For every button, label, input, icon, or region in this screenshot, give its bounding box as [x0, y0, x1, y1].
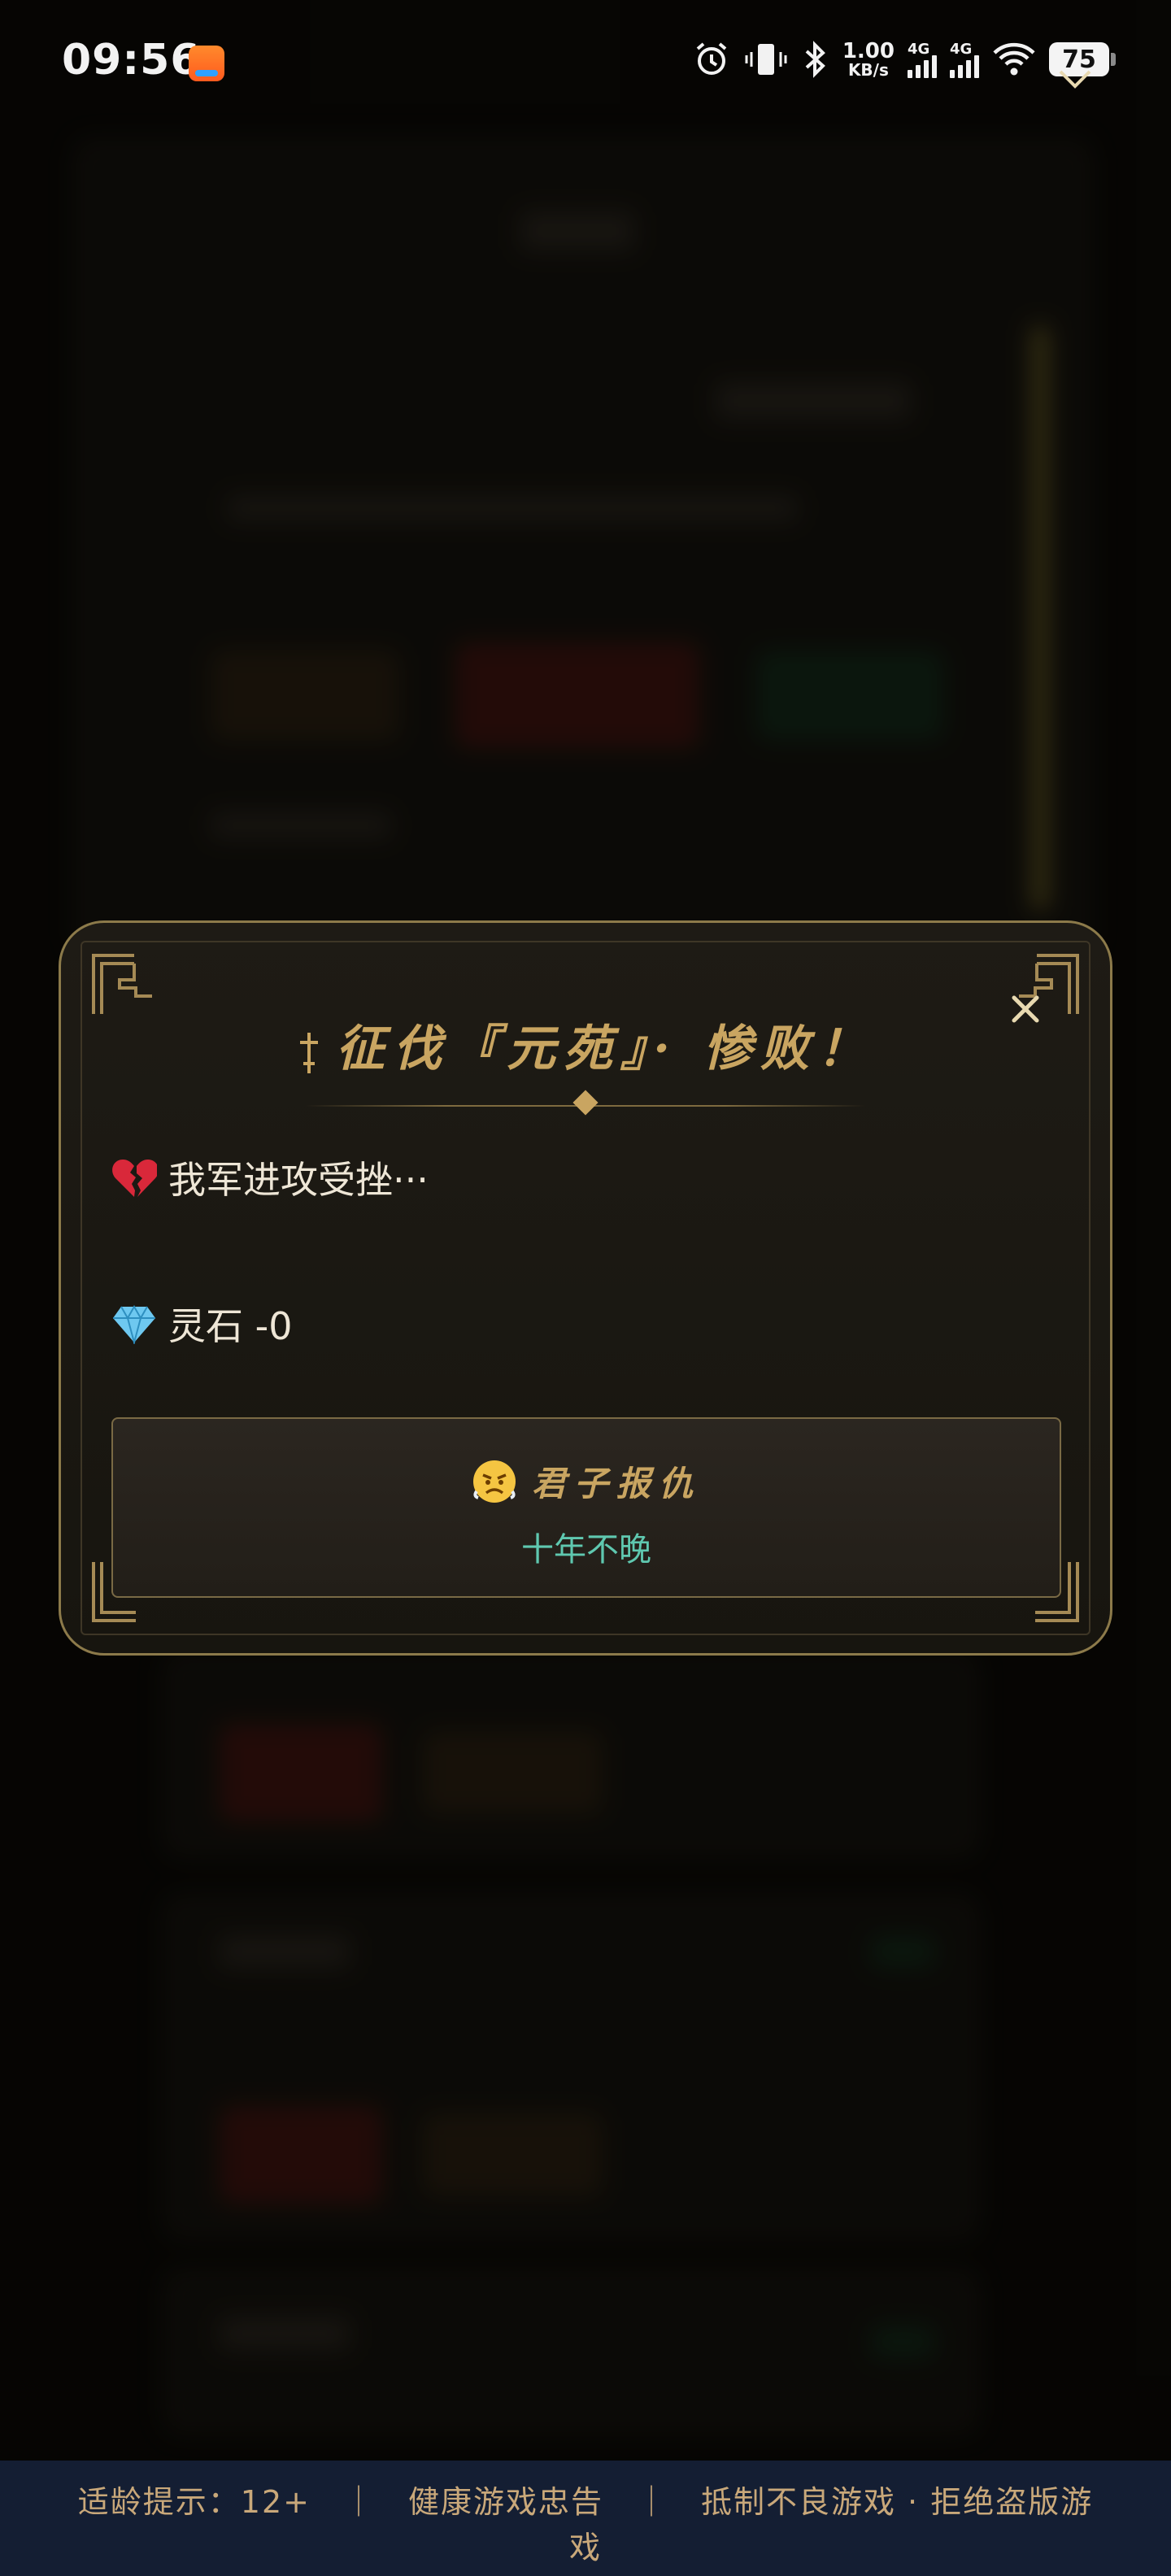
alarm-icon — [693, 41, 730, 78]
defeat-message-row: 我军进攻受挫··· — [111, 1151, 429, 1204]
wifi-icon — [992, 41, 1036, 77]
signal-2-icon: 4G — [950, 41, 979, 78]
gem-icon — [111, 1301, 157, 1347]
net-speed-value: 1.00 — [842, 39, 895, 63]
signal-1-icon: 4G — [908, 41, 937, 78]
signal-1-label: 4G — [908, 41, 930, 58]
revenge-button-label-row: 君子报仇 — [113, 1456, 1060, 1506]
reward-text: 灵石 -0 — [168, 1304, 293, 1348]
age-advisory-footer: 适龄提示：12+ ｜ 健康游戏忠告 ｜ 抵制不良游戏 · 拒绝盗版游 戏 — [0, 2461, 1171, 2576]
sword-icon — [300, 1032, 319, 1073]
close-icon[interactable] — [1057, 65, 1093, 101]
angry-face-icon — [472, 1460, 516, 1503]
net-speed-unit: KB/s — [847, 60, 889, 80]
bluetooth-icon — [802, 41, 829, 78]
clock: 09:56 — [62, 36, 201, 85]
corner-ornament-icon — [92, 954, 152, 1014]
dialog-title: 征伐『元苑』· 惨败！ — [336, 1020, 874, 1077]
footer-line-1: 适龄提示：12+ ｜ 健康游戏忠告 ｜ 抵制不良游戏 · 拒绝盗版游 — [77, 2484, 1094, 2520]
revenge-button-label: 君子报仇 — [531, 1464, 701, 1503]
reward-row: 灵石 -0 — [111, 1297, 293, 1351]
footer-line-2: 戏 — [568, 2530, 602, 2565]
revenge-button-sublabel: 十年不晚 — [521, 1531, 651, 1569]
vibrate-icon — [743, 41, 789, 78]
defeat-message: 我军进攻受挫··· — [168, 1158, 429, 1202]
network-speed: 1.00 KB/s — [842, 41, 895, 78]
signal-2-label: 4G — [950, 41, 973, 58]
battle-result-dialog: 征伐『元苑』· 惨败！ 我军进攻受挫··· 灵石 -0 君子报仇 十年不晚 — [59, 920, 1112, 1656]
status-bar: 09:56 1.00 KB/s 4G 4G 75 — [0, 0, 1171, 130]
revenge-button[interactable]: 君子报仇 十年不晚 — [111, 1417, 1061, 1598]
dialog-close-button[interactable] — [1006, 990, 1045, 1029]
dialog-title-row: 征伐『元苑』· 惨败！ — [61, 1009, 1110, 1080]
status-icons: 1.00 KB/s 4G 4G 75 — [693, 41, 1116, 78]
title-divider — [305, 1090, 866, 1116]
broken-heart-icon — [111, 1155, 157, 1200]
app-notification-icon — [189, 46, 224, 81]
